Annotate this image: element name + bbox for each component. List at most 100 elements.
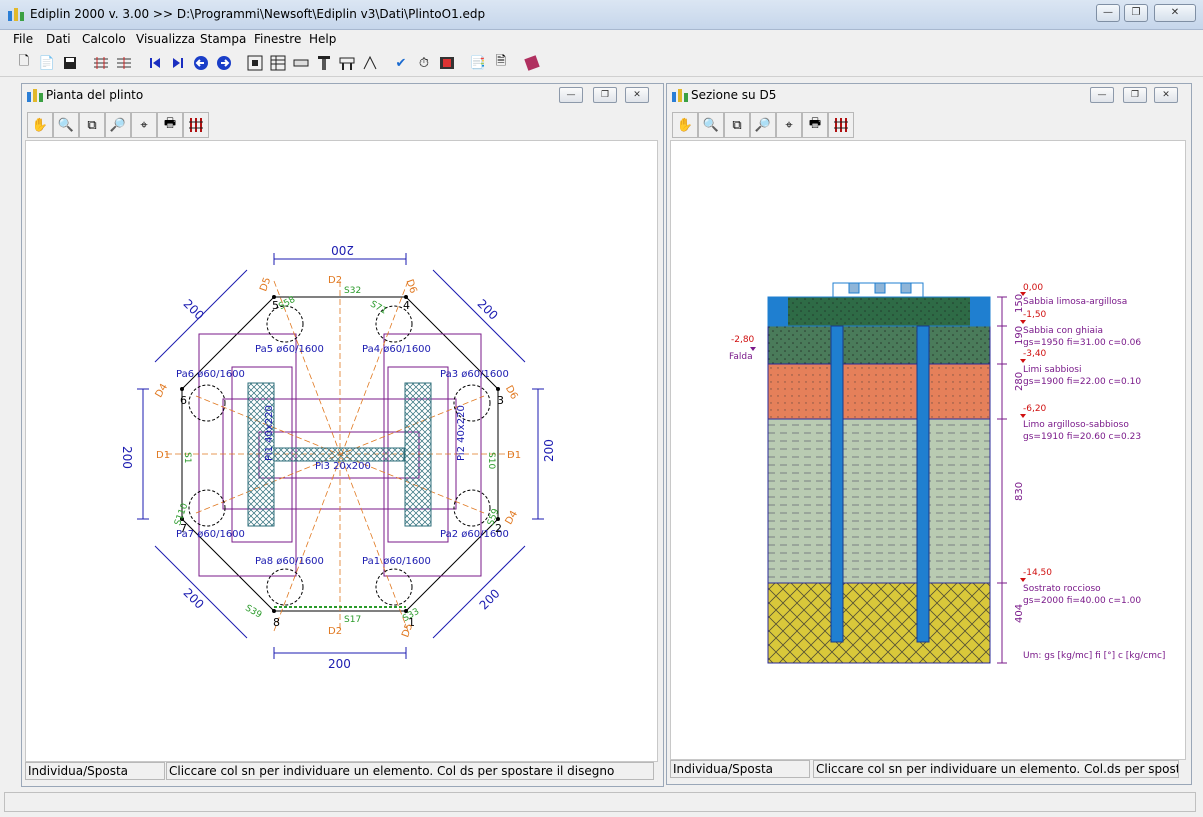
close-button[interactable]: ✕ bbox=[1154, 4, 1196, 22]
plan-canvas[interactable]: 200 200 200 200 200 200 200 200 Pa1 ø60/… bbox=[25, 140, 658, 762]
new-icon[interactable]: 🗋 bbox=[14, 53, 34, 73]
layer-5-props: gs=2000 fi=40.00 c=1.00 bbox=[1023, 596, 1141, 606]
plan-tools: ✋ 🔍 ⧉ 🔎 ⌖ 🖶 bbox=[27, 112, 217, 138]
zoom-extent-icon[interactable]: ⧉ bbox=[724, 112, 750, 138]
menu-dati[interactable]: Dati bbox=[46, 32, 71, 46]
plan-minimize-button[interactable]: — bbox=[559, 87, 583, 103]
pile-8 bbox=[266, 568, 304, 606]
plan-window-titlebar: Pianta del plinto — ❐ ✕ bbox=[22, 84, 663, 106]
table-icon[interactable] bbox=[268, 53, 288, 73]
grid-icon[interactable] bbox=[91, 53, 111, 73]
hand-icon[interactable]: ✋ bbox=[27, 112, 53, 138]
dim-right-label: 200 bbox=[542, 439, 556, 462]
pile-1 bbox=[375, 568, 413, 606]
pillar-pi3 bbox=[273, 447, 405, 462]
pile-1-label: Pa1 ø60/1600 bbox=[362, 556, 431, 567]
plan-restore-button[interactable]: ❐ bbox=[593, 87, 617, 103]
save-icon[interactable] bbox=[60, 53, 80, 73]
bars-icon[interactable] bbox=[828, 112, 854, 138]
cap-side-left bbox=[768, 297, 788, 326]
cap-icon[interactable] bbox=[337, 53, 357, 73]
axis-label: D2 bbox=[328, 275, 342, 286]
crosshair-icon[interactable]: ⌖ bbox=[131, 112, 157, 138]
section-close-button[interactable]: ✕ bbox=[1154, 87, 1178, 103]
last-icon[interactable] bbox=[168, 53, 188, 73]
grid-edit-icon[interactable] bbox=[114, 53, 134, 73]
plan-status-mode: Individua/Sposta bbox=[25, 762, 165, 780]
units-legend: Um: gs [kg/mc] fi [°] c [kg/cmc] bbox=[1023, 651, 1165, 661]
axis-label: D4 bbox=[504, 509, 521, 527]
zoom-out-icon[interactable]: 🔎 bbox=[105, 112, 131, 138]
film-icon[interactable] bbox=[437, 53, 457, 73]
app-status-bar bbox=[4, 792, 1196, 812]
menu-stampa[interactable]: Stampa bbox=[200, 32, 246, 46]
section-label: S32 bbox=[344, 286, 361, 296]
menu-help[interactable]: Help bbox=[309, 32, 336, 46]
axis-label: D6 bbox=[403, 278, 418, 295]
crosshair-icon[interactable]: ⌖ bbox=[776, 112, 802, 138]
dim-tr-label: 200 bbox=[475, 297, 501, 323]
pile-3-label: Pa3 ø60/1600 bbox=[440, 369, 509, 380]
menu-finestre[interactable]: Finestre bbox=[254, 32, 301, 46]
rebar-icon[interactable] bbox=[360, 53, 380, 73]
zoom-out-icon[interactable]: 🔎 bbox=[750, 112, 776, 138]
pile-6-number: 6 bbox=[180, 394, 187, 407]
dim-bl-label: 200 bbox=[181, 586, 207, 612]
timer-icon[interactable]: ⏱ bbox=[414, 53, 434, 73]
menu-bar: File Dati Calcolo Visualizza Stampa Fine… bbox=[0, 30, 1203, 49]
minimize-button[interactable]: — bbox=[1096, 4, 1120, 22]
section-canvas[interactable]: 150 190 280 830 404 0,00 -1,50 -3,40 -6,… bbox=[670, 140, 1186, 760]
section-minimize-button[interactable]: — bbox=[1090, 87, 1114, 103]
hand-icon[interactable]: ✋ bbox=[672, 112, 698, 138]
book-icon[interactable] bbox=[522, 53, 542, 73]
zoom-extent-icon[interactable]: ⧉ bbox=[79, 112, 105, 138]
dim-bottom-label: 200 bbox=[328, 657, 351, 671]
layer-3-name: Limi sabbiosi bbox=[1023, 365, 1081, 375]
menu-file[interactable]: File bbox=[13, 32, 33, 46]
bars-icon[interactable] bbox=[183, 112, 209, 138]
menu-calcolo[interactable]: Calcolo bbox=[82, 32, 126, 46]
section-label: S1 bbox=[182, 452, 192, 463]
window-titlebar: Ediplin 2000 v. 3.00 >> D:\Programmi\New… bbox=[0, 0, 1203, 30]
copy-icon[interactable]: 📑 bbox=[468, 53, 488, 73]
pillar-pi2 bbox=[404, 382, 432, 527]
report-icon[interactable]: 🗎 bbox=[491, 53, 511, 73]
restore-button[interactable]: ❐ bbox=[1124, 4, 1148, 22]
zoom-window-icon[interactable]: 🔍 bbox=[698, 112, 724, 138]
axis-label: D1 bbox=[507, 450, 521, 461]
pile-right bbox=[916, 325, 930, 643]
check-icon[interactable]: ✔ bbox=[391, 53, 411, 73]
plan-status-message: Cliccare col sn per individuare un eleme… bbox=[166, 762, 654, 780]
level-label: -3,40 bbox=[1023, 349, 1047, 359]
axis-label: D5 bbox=[258, 276, 273, 293]
zoom-window-icon[interactable]: 🔍 bbox=[53, 112, 79, 138]
next-icon[interactable] bbox=[214, 53, 234, 73]
pile-6-label: Pa6 ø60/1600 bbox=[176, 369, 245, 380]
print-icon[interactable]: 🖶 bbox=[157, 112, 183, 138]
layer-3-props: gs=1900 fi=22.00 c=0.10 bbox=[1023, 377, 1141, 387]
first-icon[interactable] bbox=[145, 53, 165, 73]
dim-top-label: 200 bbox=[331, 243, 354, 257]
dim-tl-label: 200 bbox=[181, 297, 207, 323]
pile-left bbox=[830, 325, 844, 643]
beam-icon[interactable] bbox=[291, 53, 311, 73]
section-window-titlebar: Sezione su D5 — ❐ ✕ bbox=[667, 84, 1191, 106]
falda-label: Falda bbox=[729, 352, 753, 362]
section-window-title: Sezione su D5 bbox=[691, 88, 777, 102]
thickness-label: 404 bbox=[1014, 604, 1025, 623]
fit-icon[interactable] bbox=[245, 53, 265, 73]
section-restore-button[interactable]: ❐ bbox=[1123, 87, 1147, 103]
plan-close-button[interactable]: ✕ bbox=[625, 87, 649, 103]
pile-8-number: 8 bbox=[273, 616, 280, 629]
axis-label: D4 bbox=[154, 382, 171, 400]
pile-icon[interactable] bbox=[314, 53, 334, 73]
pile-7 bbox=[188, 489, 226, 527]
section-status-mode: Individua/Sposta bbox=[670, 760, 810, 778]
menu-visualizza[interactable]: Visualizza bbox=[136, 32, 195, 46]
axis-label: D1 bbox=[156, 450, 170, 461]
print-icon[interactable]: 🖶 bbox=[802, 112, 828, 138]
prev-icon[interactable] bbox=[191, 53, 211, 73]
open-icon[interactable]: 📄 bbox=[37, 53, 57, 73]
level-label: -6,20 bbox=[1023, 404, 1047, 414]
dim-left-label: 200 bbox=[120, 446, 134, 469]
